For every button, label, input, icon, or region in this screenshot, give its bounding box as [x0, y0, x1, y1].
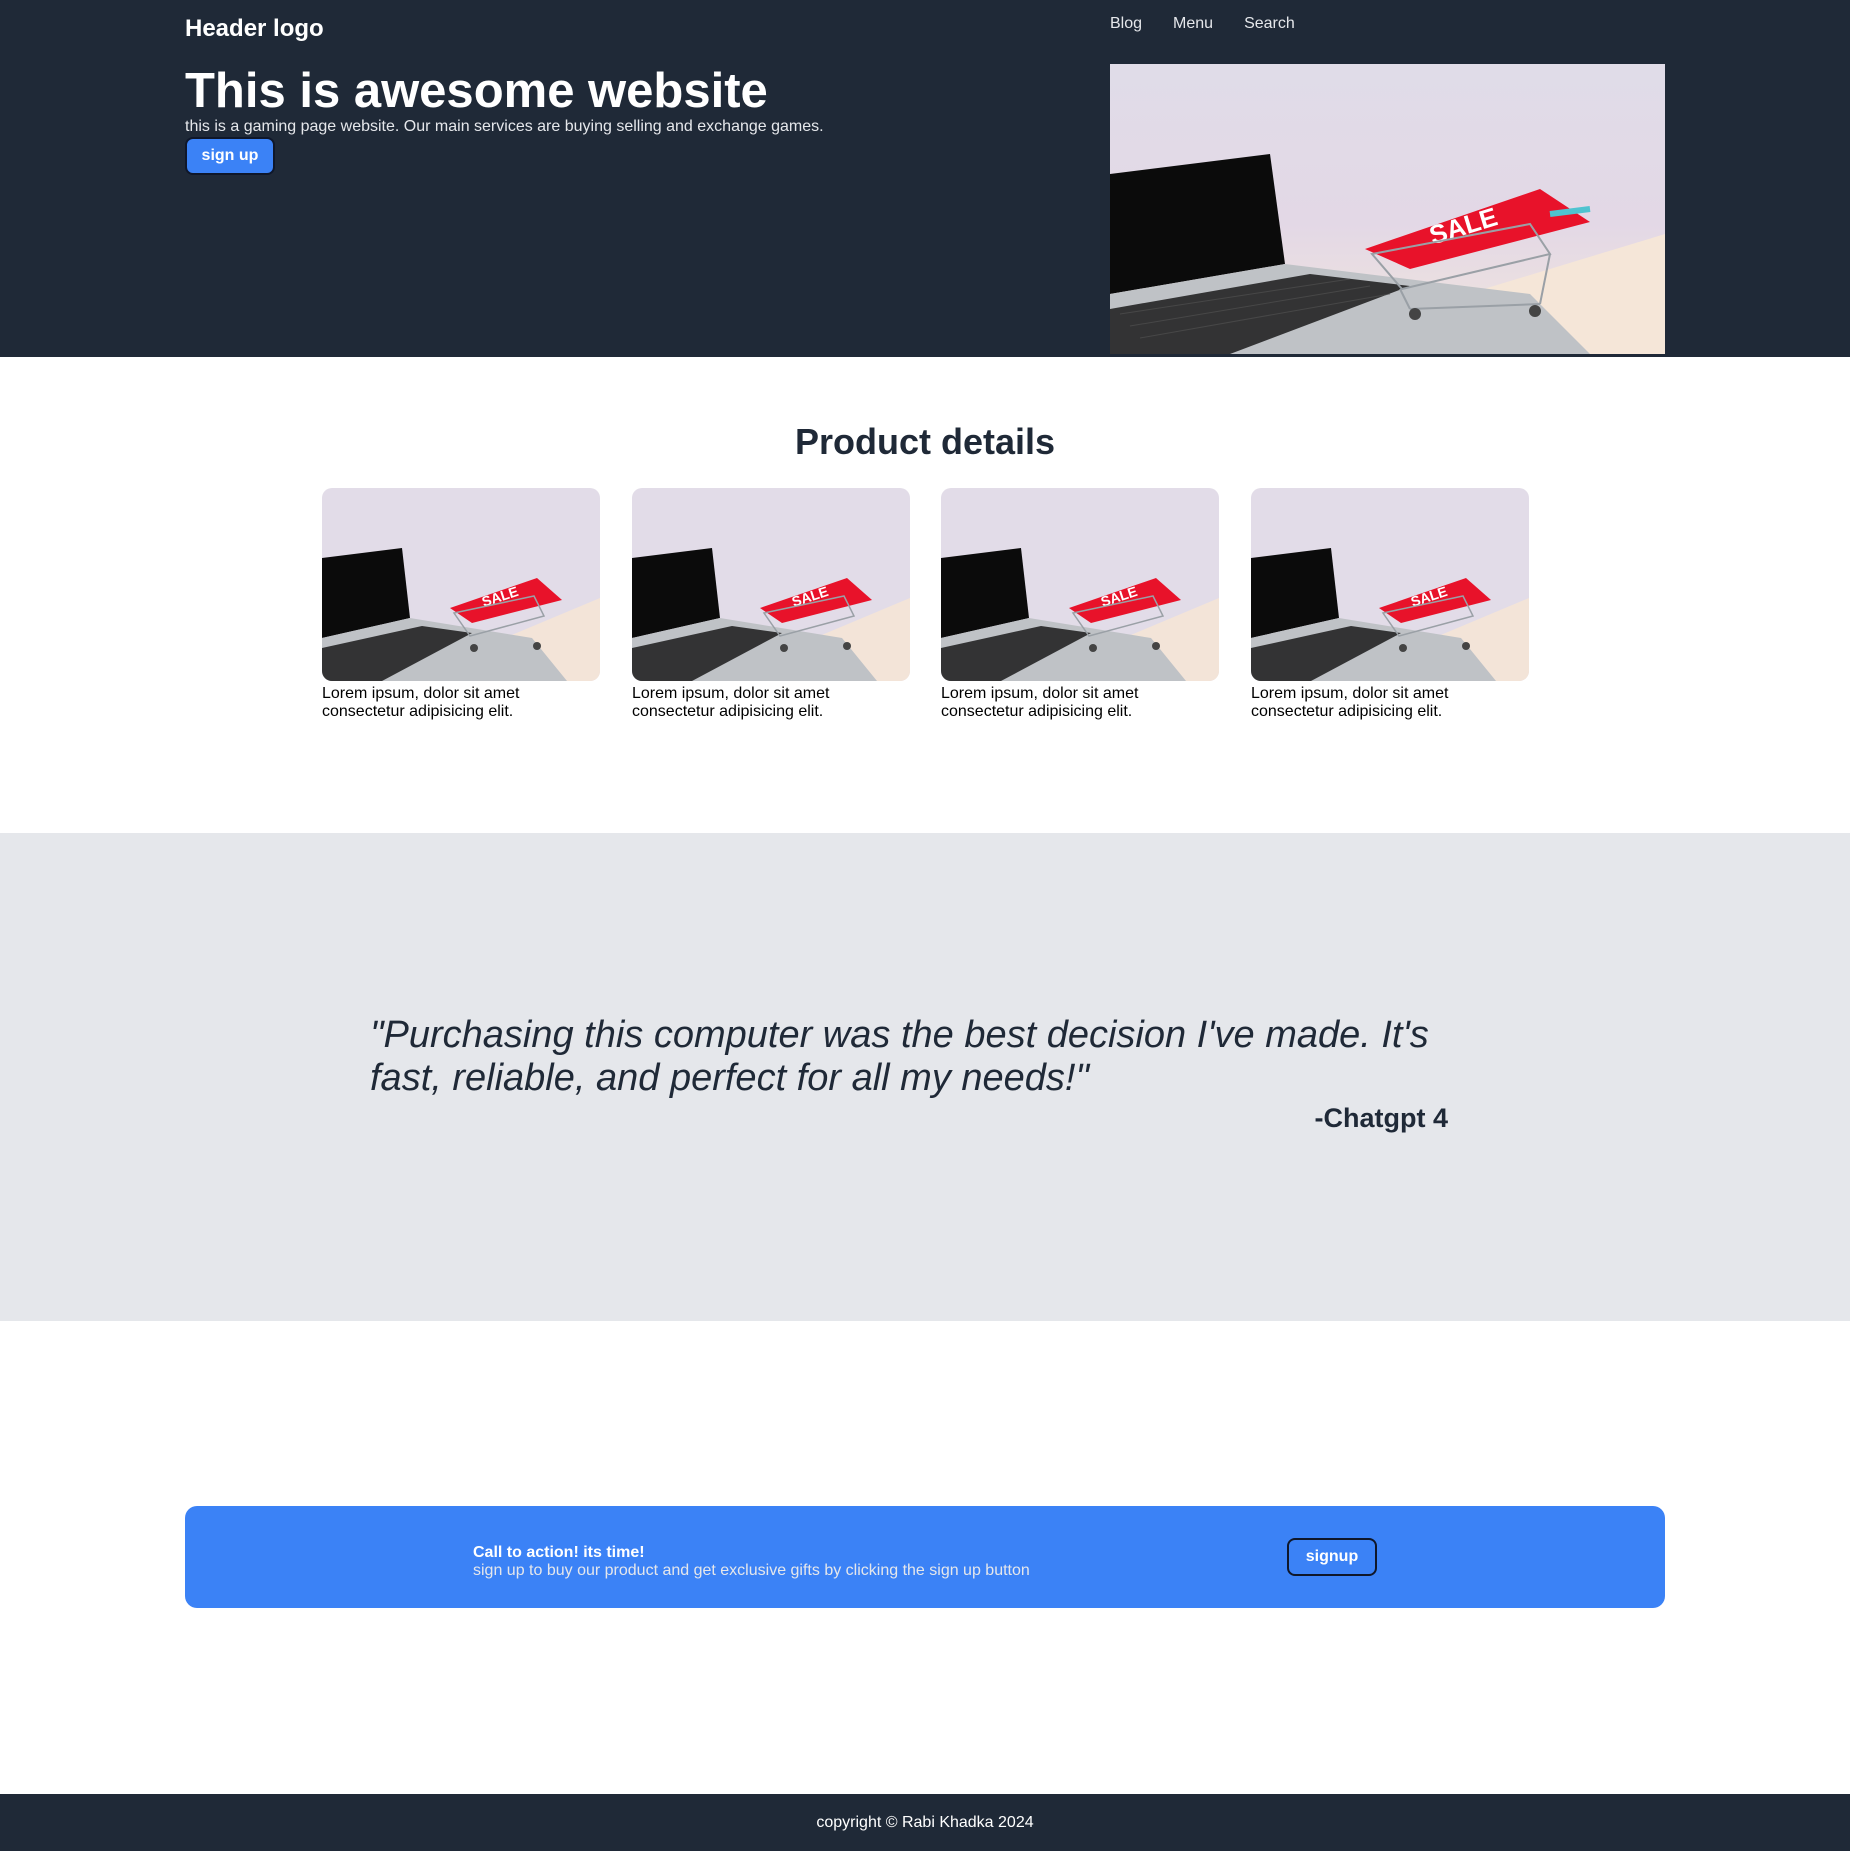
testimonial-author: -Chatgpt 4 — [1314, 1103, 1448, 1133]
hero-subtitle: this is a gaming page website. Our main … — [185, 118, 824, 135]
laptop-cart-sale-illustration: SALE — [1251, 488, 1529, 681]
products-section-title: Product details — [794, 421, 1056, 462]
product-card[interactable]: SALE Lorem ipsum, dolor sit amet consect… — [632, 488, 910, 721]
cta-description: sign up to buy our product and get exclu… — [473, 1562, 1030, 1579]
cta-signup-button[interactable]: signup — [1287, 1538, 1377, 1576]
nav-link-blog[interactable]: Blog — [1110, 13, 1142, 35]
product-card[interactable]: SALE Lorem ipsum, dolor sit amet consect… — [1251, 488, 1529, 721]
cta-heading: Call to action! its time! — [473, 1544, 645, 1561]
nav-link-menu[interactable]: Menu — [1173, 13, 1213, 35]
product-caption: Lorem ipsum, dolor sit amet consectetur … — [941, 685, 1139, 720]
product-caption: Lorem ipsum, dolor sit amet consectetur … — [1251, 685, 1449, 720]
laptop-cart-sale-illustration: SALE — [632, 488, 910, 681]
main-nav: Blog Menu Search — [1110, 13, 1295, 35]
testimonial-quote: "Purchasing this computer was the best d… — [370, 1014, 1429, 1099]
product-card[interactable]: SALE Lorem ipsum, dolor sit amet consect… — [941, 488, 1219, 721]
product-image: SALE — [1251, 488, 1529, 681]
nav-link-search[interactable]: Search — [1244, 13, 1295, 35]
copyright-text: copyright © Rabi Khadka 2024 — [816, 1814, 1034, 1831]
laptop-cart-sale-illustration: SALE — [322, 488, 600, 681]
product-card[interactable]: SALE Lorem ipsum, dolor sit amet consect… — [322, 488, 600, 721]
header-logo[interactable]: Header logo — [185, 13, 324, 45]
signup-button[interactable]: sign up — [185, 137, 275, 175]
product-image: SALE — [941, 488, 1219, 681]
product-image: SALE — [632, 488, 910, 681]
laptop-cart-sale-illustration: SALE — [941, 488, 1219, 681]
product-caption: Lorem ipsum, dolor sit amet consectetur … — [632, 685, 830, 720]
page-footer: copyright © Rabi Khadka 2024 — [0, 1794, 1850, 1851]
product-caption: Lorem ipsum, dolor sit amet consectetur … — [322, 685, 520, 720]
call-to-action-banner: Call to action! its time! sign up to buy… — [185, 1506, 1665, 1608]
hero-header: Header logo Blog Menu Search This is awe… — [0, 0, 1850, 357]
laptop-cart-sale-illustration: SALE — [1110, 64, 1665, 354]
hero-title: This is awesome website — [185, 64, 768, 118]
product-image: SALE — [322, 488, 600, 681]
hero-image: SALE — [1110, 64, 1665, 354]
